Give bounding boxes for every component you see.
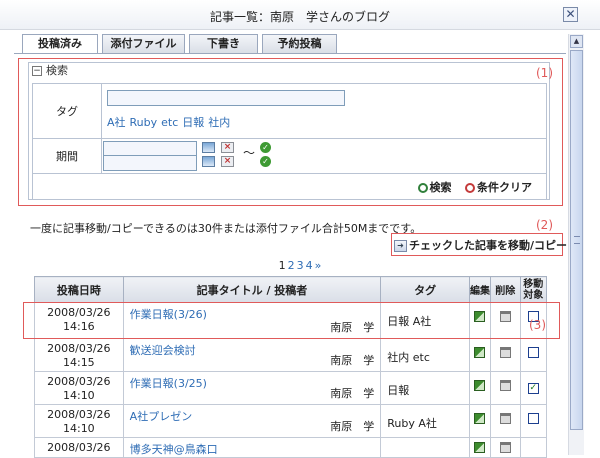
article-tags: 日報: [380, 371, 470, 405]
column-header-move: 移動対象: [519, 276, 548, 303]
page-current: 1: [278, 259, 286, 272]
author-name: 南原 学: [330, 420, 375, 433]
move-target-checkbox[interactable]: [527, 413, 539, 424]
column-header-delete: 削除: [490, 276, 521, 303]
move-icon: ➜: [394, 240, 407, 252]
column-header-date: 投稿日時: [34, 276, 124, 303]
article-title-link[interactable]: 作業日報(3/25): [130, 377, 207, 390]
column-header-title: 記事タイトル / 投稿者: [122, 276, 382, 303]
table-row: 2008/03/26 14:10 作業日報(3/25) 南原 学 日報 ✓: [34, 371, 548, 405]
page-link[interactable]: 2: [288, 259, 295, 272]
post-date: 2008/03/26: [47, 342, 111, 355]
edit-pencil-icon[interactable]: [474, 413, 486, 424]
window-titlebar: 記事一覧：南原 学さんのブログ ✕: [0, 0, 600, 30]
post-date: 2008/03/26: [47, 375, 111, 388]
annotation-label-1: (1): [536, 66, 553, 80]
article-title-link[interactable]: A社プレゼン: [130, 410, 193, 423]
tab-attachments[interactable]: 添付ファイル: [102, 34, 185, 54]
notice-text: 一度に記事移動/コピーできるのは30件または添付ファイル合計50Mまでです。: [30, 222, 422, 235]
tab-drafts[interactable]: 下書き: [189, 34, 258, 54]
table-row: 2008/03/26 14:15 歓送迎会検討南原 学 社内 etc: [34, 338, 548, 372]
table-row: 2008/03/26 14:10 A社プレゼン南原 学 Ruby A社: [34, 404, 548, 438]
author-name: 南原 学: [330, 354, 375, 367]
post-date: 2008/03/26: [47, 441, 111, 454]
move-target-checkbox[interactable]: ✓: [527, 383, 539, 394]
delete-trash-icon[interactable]: [499, 442, 511, 453]
delete-trash-icon[interactable]: [499, 413, 511, 424]
post-time: 14:15: [62, 356, 95, 369]
edit-pencil-icon[interactable]: [474, 442, 486, 453]
annotation-label-2: (2): [536, 218, 553, 232]
author-name: 南原 学: [330, 387, 375, 400]
column-header-edit: 編集: [468, 276, 492, 303]
article-title-link[interactable]: 博多天神@鳥森口: [130, 443, 218, 456]
post-time: 14:10: [62, 389, 95, 402]
move-target-checkbox[interactable]: [527, 347, 539, 358]
tab-published[interactable]: 投稿済み: [22, 34, 98, 55]
tab-scheduled[interactable]: 予約投稿: [262, 34, 337, 54]
column-header-tag: タグ: [380, 276, 470, 303]
post-time: 14:10: [62, 422, 95, 435]
edit-pencil-icon[interactable]: [474, 380, 486, 391]
scroll-grip-icon: [574, 236, 580, 244]
delete-trash-icon[interactable]: [499, 347, 511, 358]
delete-trash-icon[interactable]: [499, 380, 511, 391]
post-date: 2008/03/26: [47, 408, 111, 421]
annotation-box-1: [18, 58, 563, 206]
page-link[interactable]: 4: [306, 259, 313, 272]
scrollbar[interactable]: ▲: [568, 34, 584, 455]
scroll-thumb[interactable]: [570, 50, 583, 430]
article-title-link[interactable]: 歓送迎会検討: [130, 344, 196, 357]
pagination: 1 2 3 4»: [0, 259, 600, 272]
page-link[interactable]: 3: [297, 259, 304, 272]
page-next-link[interactable]: »: [315, 259, 322, 272]
annotation-box-3: [23, 302, 560, 339]
window-title: 記事一覧：南原 学さんのブログ: [209, 10, 390, 24]
article-tags: Ruby A社: [380, 404, 470, 438]
table-header-row: 投稿日時 記事タイトル / 投稿者 タグ 編集 削除 移動対象: [34, 276, 548, 303]
close-icon[interactable]: ✕: [563, 7, 578, 22]
edit-pencil-icon[interactable]: [474, 347, 486, 358]
annotation-label-3: (3): [529, 318, 546, 332]
article-tags: 社内 etc: [380, 338, 470, 372]
move-copy-button[interactable]: ➜ チェックした記事を移動/コピー: [394, 237, 567, 253]
scroll-up-arrow-icon[interactable]: ▲: [570, 35, 583, 48]
